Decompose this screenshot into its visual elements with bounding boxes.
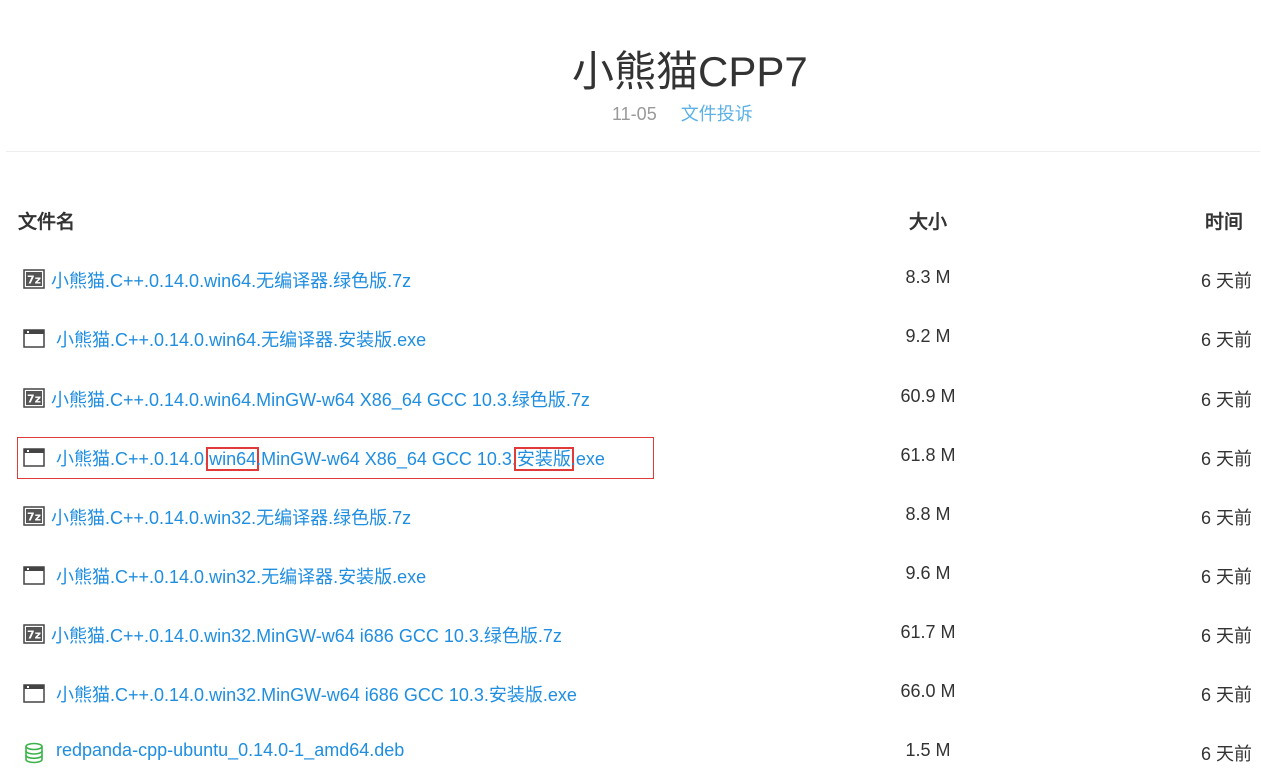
file-size: 60.9 M [900, 386, 956, 406]
file-link-part: 小熊猫.C++.0.14.0. [56, 449, 210, 469]
archive-7z-icon: 7z [23, 506, 45, 526]
svg-text:7z: 7z [27, 511, 41, 524]
exe-window-icon [23, 447, 45, 467]
file-time: 6 天前 [1200, 508, 1252, 528]
file-row[interactable]: 小熊猫.C++.0.14.0.win32.MinGW-w64 i686 GCC … [18, 673, 1254, 713]
page-header: 小熊猫CPP7 11-05 文件投诉 [0, 0, 1261, 152]
highlight-annotation-win64: win64 [206, 447, 260, 471]
column-header-name[interactable]: 文件名 [18, 207, 75, 234]
exe-window-icon [23, 683, 45, 703]
file-time: 6 天前 [1200, 390, 1252, 410]
file-link[interactable]: 小熊猫.C++.0.14.0.win64.无编译器.安装版.exe [56, 326, 426, 352]
svg-text:7z: 7z [27, 393, 41, 406]
column-header-time[interactable]: 时间 [1205, 207, 1243, 234]
exe-window-icon [23, 565, 45, 585]
archive-7z-icon: 7z [23, 269, 45, 289]
file-link[interactable]: 小熊猫.C++.0.14.0.win64.MinGW-w64 X86_64 GC… [56, 445, 605, 471]
page-meta: 11-05 文件投诉 [612, 100, 753, 126]
file-time: 6 天前 [1200, 567, 1252, 587]
file-size: 61.7 M [900, 622, 956, 642]
exe-window-icon [23, 328, 45, 348]
file-row[interactable]: redpanda-cpp-ubuntu_0.14.0-1_amd64.deb 1… [18, 732, 1254, 772]
file-size: 9.6 M [905, 563, 951, 583]
file-size: 1.5 M [905, 740, 951, 760]
file-row[interactable]: 小熊猫.C++.0.14.0.win32.无编译器.安装版.exe 9.6 M … [18, 555, 1254, 595]
file-link-part: .MinGW-w64 X86_64 GCC 10.3. [256, 449, 517, 469]
archive-7z-icon: 7z [23, 624, 45, 644]
file-size: 61.8 M [900, 445, 956, 465]
file-share-page: 小熊猫CPP7 11-05 文件投诉 文件名 大小 时间 7z 小熊猫.C++.0… [0, 0, 1261, 773]
header-divider [6, 151, 1260, 152]
file-row[interactable]: 7z 小熊猫.C++.0.14.0.win32.MinGW-w64 i686 G… [18, 614, 1254, 654]
database-deb-icon [23, 742, 45, 764]
file-row[interactable]: 小熊猫.C++.0.14.0.win64.无编译器.安装版.exe 9.2 M … [18, 318, 1254, 358]
file-time: 6 天前 [1200, 271, 1252, 291]
file-link[interactable]: 小熊猫.C++.0.14.0.win32.无编译器.安装版.exe [56, 563, 426, 589]
svg-text:7z: 7z [27, 629, 41, 642]
file-row[interactable]: 7z 小熊猫.C++.0.14.0.win32.无编译器.绿色版.7z 8.8 … [18, 496, 1254, 536]
page-title: 小熊猫CPP7 [572, 48, 808, 95]
file-link[interactable]: 小熊猫.C++.0.14.0.win32.MinGW-w64 i686 GCC … [56, 681, 577, 707]
file-row[interactable]: 7z 小熊猫.C++.0.14.0.win64.无编译器.绿色版.7z 8.3 … [18, 259, 1254, 299]
upload-date: 11-05 [612, 104, 657, 124]
archive-7z-icon: 7z [23, 388, 45, 408]
file-size: 9.2 M [905, 326, 951, 346]
file-size: 8.8 M [905, 504, 951, 524]
file-link-part: .exe [570, 449, 605, 469]
file-row[interactable]: 7z 小熊猫.C++.0.14.0.win64.MinGW-w64 X86_64… [18, 378, 1254, 418]
file-time: 6 天前 [1200, 330, 1252, 350]
file-size: 66.0 M [900, 681, 956, 701]
svg-text:7z: 7z [27, 274, 41, 287]
highlight-annotation-installer: 安装版 [513, 447, 574, 471]
file-size: 8.3 M [905, 267, 951, 287]
file-link[interactable]: 小熊猫.C++.0.14.0.win32.MinGW-w64 i686 GCC … [51, 622, 562, 648]
file-time: 6 天前 [1200, 449, 1252, 469]
file-link[interactable]: redpanda-cpp-ubuntu_0.14.0-1_amd64.deb [56, 740, 404, 761]
file-link[interactable]: 小熊猫.C++.0.14.0.win64.无编译器.绿色版.7z [51, 267, 411, 293]
file-time: 6 天前 [1200, 626, 1252, 646]
file-link[interactable]: 小熊猫.C++.0.14.0.win32.无编译器.绿色版.7z [51, 504, 411, 530]
report-file-link[interactable]: 文件投诉 [681, 104, 753, 124]
file-link[interactable]: 小熊猫.C++.0.14.0.win64.MinGW-w64 X86_64 GC… [51, 386, 590, 412]
column-header-size[interactable]: 大小 [909, 207, 947, 234]
file-row[interactable]: 小熊猫.C++.0.14.0.win64.MinGW-w64 X86_64 GC… [18, 437, 1254, 477]
file-time: 6 天前 [1200, 685, 1252, 705]
file-time: 6 天前 [1200, 744, 1252, 764]
